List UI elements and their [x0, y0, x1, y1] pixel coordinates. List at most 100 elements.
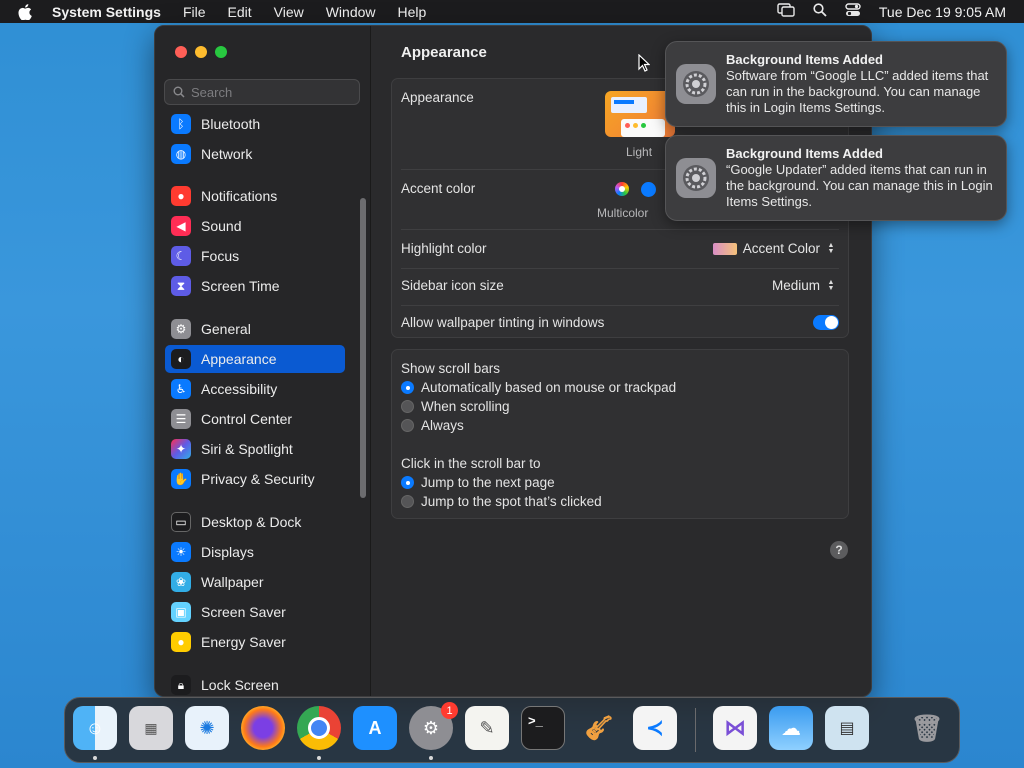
sidebar-item-label: Energy Saver [201, 634, 286, 650]
sidebar-item-notifications[interactable]: ● Notifications [165, 182, 345, 210]
sidebar-item-screen-time[interactable]: ⧗ Screen Time [165, 272, 345, 300]
finder-icon[interactable]: ☺ [73, 706, 117, 750]
divider [401, 268, 839, 269]
menu-bar: System Settings File Edit View Window He… [0, 0, 1024, 23]
click-option-next-page[interactable]: Jump to the next page [401, 475, 555, 490]
visual-studio-icon[interactable]: ⋈ [713, 706, 757, 750]
sidebar-item-label: Screen Time [201, 278, 280, 294]
accent-color-label: Accent color [401, 181, 476, 196]
bluetooth-icon: ᛒ [171, 114, 191, 134]
weather-icon[interactable]: ☁ [769, 706, 813, 750]
wallpaper-tinting-toggle[interactable] [813, 315, 839, 330]
notification-background-items-2[interactable]: Background Items Added “Google Updater” … [665, 135, 1007, 221]
chevron-updown-icon: ▲ ▼ [827, 241, 835, 255]
control-center-icon: ☰ [171, 409, 191, 429]
search-icon [173, 86, 185, 98]
menu-edit[interactable]: Edit [228, 4, 252, 20]
sun-icon: ☀ [171, 542, 191, 562]
vscode-icon[interactable]: ≺ [633, 706, 677, 750]
sidebar-item-label: Sound [201, 218, 242, 234]
terminal-icon[interactable]: >_ [521, 706, 565, 750]
search-placeholder: Search [191, 84, 233, 100]
trash-icon[interactable]: 🗑︎ [905, 706, 949, 750]
accent-multicolor-swatch[interactable] [615, 182, 629, 196]
menu-window[interactable]: Window [326, 4, 376, 20]
scroll-option-always[interactable]: Always [401, 418, 464, 433]
sidebar-item-label: Privacy & Security [201, 471, 315, 487]
safari-icon[interactable]: ✺ [185, 706, 229, 750]
help-button[interactable]: ? [830, 541, 848, 559]
notification-badge: 1 [441, 702, 458, 719]
sidebar-item-label: Appearance [201, 351, 277, 367]
sidebar-item-displays[interactable]: ☀ Displays [165, 538, 345, 566]
flower-icon: ❀ [171, 572, 191, 592]
sidebar-item-siri-spotlight[interactable]: ✦ Siri & Spotlight [165, 435, 345, 463]
click-scroll-bar-label: Click in the scroll bar to [401, 456, 541, 471]
spotlight-search-icon[interactable] [813, 3, 827, 20]
search-field[interactable]: Search [164, 79, 360, 105]
app-store-icon[interactable]: A [353, 706, 397, 750]
moon-icon: ☾ [171, 246, 191, 266]
sidebar-scrollbar[interactable] [360, 198, 366, 498]
sidebar-item-general[interactable]: ⚙ General [165, 315, 345, 343]
notification-body: “Google Updater” added items that can ru… [726, 162, 993, 209]
sidebar-item-wallpaper[interactable]: ❀ Wallpaper [165, 568, 345, 596]
menu-view[interactable]: View [274, 4, 304, 20]
radio-button [401, 400, 414, 413]
sidebar-item-lock-screen[interactable]: 🔒︎ Lock Screen [165, 671, 345, 696]
sidebar-item-control-center[interactable]: ☰ Control Center [165, 405, 345, 433]
radio-button-selected [401, 381, 414, 394]
firefox-icon[interactable] [241, 706, 285, 750]
sidebar: Search ᛒ Bluetooth ◍ Network ● Notificat… [155, 26, 371, 696]
control-center-icon[interactable] [845, 3, 861, 20]
menu-help[interactable]: Help [398, 4, 427, 20]
divider [401, 229, 839, 230]
scroll-option-when-scrolling[interactable]: When scrolling [401, 399, 510, 414]
highlight-color-popup[interactable]: Accent Color ▲ ▼ [712, 241, 836, 256]
app-menu-system-settings[interactable]: System Settings [52, 4, 161, 20]
sidebar-item-energy-saver[interactable]: ● Energy Saver [165, 628, 345, 656]
siri-icon: ✦ [171, 439, 191, 459]
radio-button-selected [401, 476, 414, 489]
textedit-icon[interactable]: ✎ [465, 706, 509, 750]
highlight-color-label: Highlight color [401, 241, 487, 256]
accent-caption: Multicolor [597, 206, 649, 220]
sidebar-item-accessibility[interactable]: ♿ Accessibility [165, 375, 345, 403]
accent-blue-swatch[interactable] [641, 182, 656, 197]
system-settings-gear-icon [676, 64, 716, 104]
menu-clock[interactable]: Tue Dec 19 9:05 AM [879, 4, 1006, 20]
scroll-bar-settings-card: Show scroll bars Automatically based on … [391, 349, 849, 519]
notification-background-items-1[interactable]: Background Items Added Software from “Go… [665, 41, 1007, 127]
sidebar-item-label: Wallpaper [201, 574, 264, 590]
sidebar-item-focus[interactable]: ☾ Focus [165, 242, 345, 270]
sidebar-item-privacy-security[interactable]: ✋ Privacy & Security [165, 465, 345, 493]
sidebar-icon-size-value: Medium [771, 278, 820, 293]
sidebar-item-desktop-dock[interactable]: ▭ Desktop & Dock [165, 508, 345, 536]
radio-label: Jump to the next page [421, 475, 555, 490]
apple-menu-icon[interactable] [18, 3, 38, 20]
sidebar-item-appearance[interactable]: ◐ Appearance [165, 345, 345, 373]
radio-label: When scrolling [421, 399, 510, 414]
sidebar-item-label: Focus [201, 248, 240, 264]
sidebar-item-label: Siri & Spotlight [201, 441, 293, 457]
click-option-spot-clicked[interactable]: Jump to the spot that’s clicked [401, 494, 602, 509]
zoom-button[interactable] [215, 46, 227, 58]
menu-file[interactable]: File [183, 4, 206, 20]
hourglass-icon: ⧗ [171, 276, 191, 296]
launchpad-icon[interactable]: ▦ [129, 706, 173, 750]
sidebar-item-network[interactable]: ◍ Network [165, 140, 345, 168]
sidebar-item-bluetooth[interactable]: ᛒ Bluetooth [165, 110, 345, 138]
sidebar-item-sound[interactable]: ◀ Sound [165, 212, 345, 240]
garageband-guitar-icon[interactable]: 🎸︎ [577, 706, 621, 750]
preview-icon[interactable]: ▤ [825, 706, 869, 750]
screen-mirroring-icon[interactable] [777, 3, 795, 20]
scroll-option-automatic[interactable]: Automatically based on mouse or trackpad [401, 380, 676, 395]
close-button[interactable] [175, 46, 187, 58]
sidebar-icon-size-popup[interactable]: Medium ▲ ▼ [772, 278, 836, 293]
sidebar-item-label: Control Center [201, 411, 293, 427]
minimize-button[interactable] [195, 46, 207, 58]
chrome-icon[interactable] [297, 706, 341, 750]
highlight-swatch [712, 242, 737, 255]
sidebar-item-screen-saver[interactable]: ▣ Screen Saver [165, 598, 345, 626]
window-controls [175, 46, 227, 58]
